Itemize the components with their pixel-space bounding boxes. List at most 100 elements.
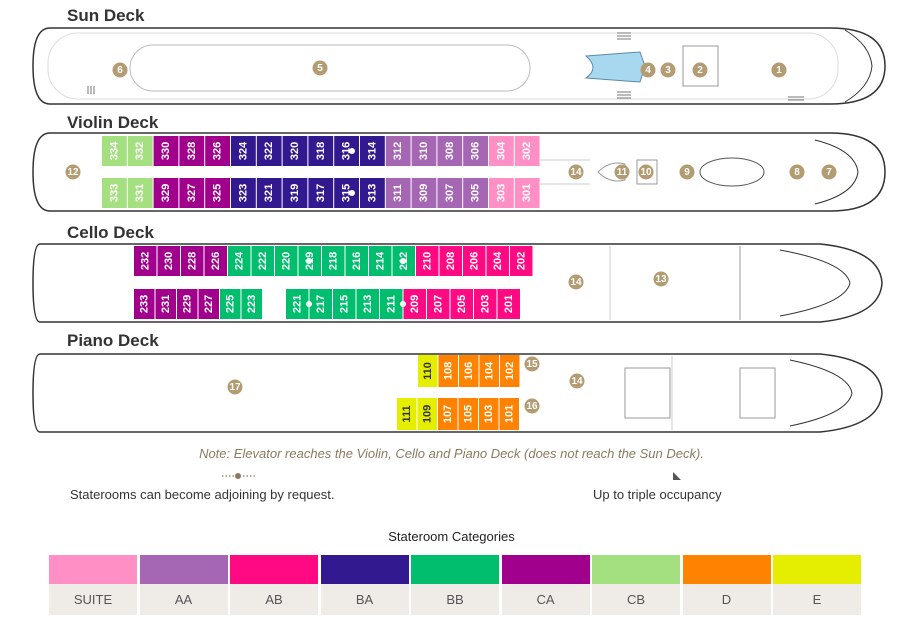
poi-label: 16 xyxy=(526,401,538,412)
cabin-number-108: 108 xyxy=(442,362,454,380)
cabin-number-309: 309 xyxy=(418,184,430,202)
poi-label: 14 xyxy=(571,376,583,387)
cabin-number-213: 213 xyxy=(362,295,374,313)
cabin-number-227: 227 xyxy=(203,295,215,313)
cabin-number-233: 233 xyxy=(138,295,150,313)
cabin-number-231: 231 xyxy=(160,295,172,313)
poi-label: 4 xyxy=(645,65,651,76)
category-label: BB xyxy=(411,584,499,615)
poi-label: 13 xyxy=(655,274,667,285)
category-swatch xyxy=(139,555,228,584)
cabin-number-321: 321 xyxy=(263,184,275,202)
cabin-number-216: 216 xyxy=(351,252,363,270)
poi-label: 14 xyxy=(570,277,582,288)
cabin-number-303: 303 xyxy=(495,184,507,202)
sun-deck-hull xyxy=(32,27,886,105)
cabin-number-229: 229 xyxy=(181,295,193,313)
cabin-number-228: 228 xyxy=(186,252,198,270)
cabin-number-327: 327 xyxy=(186,184,198,202)
category-ab: AB xyxy=(230,555,318,615)
cabin-number-330: 330 xyxy=(160,142,172,160)
categories-title: Stateroom Categories xyxy=(388,529,515,544)
category-label: CA xyxy=(501,584,590,615)
cabin-number-220: 220 xyxy=(280,252,292,270)
cabin-number-203: 203 xyxy=(479,295,491,313)
cabin-number-230: 230 xyxy=(163,252,175,270)
category-bb: BB xyxy=(411,555,499,615)
cabins-layer: 334 332 330 328 326 324 322 320 318 316 314 312 310 3… xyxy=(102,136,540,430)
category-suite: SUITE xyxy=(49,555,137,615)
cabin-number-210: 210 xyxy=(421,252,433,270)
category-d: D xyxy=(682,555,771,615)
cabin-number-106: 106 xyxy=(463,362,475,380)
cabin-number-218: 218 xyxy=(327,252,339,270)
cabin-number-320: 320 xyxy=(289,142,301,160)
cabin-number-102: 102 xyxy=(504,362,516,380)
cabin-number-110: 110 xyxy=(422,362,434,380)
cabin-number-314: 314 xyxy=(366,141,378,160)
cabin-number-202: 202 xyxy=(515,252,527,270)
adjoining-legend: Staterooms can become adjoining by reque… xyxy=(70,487,335,502)
cabin-number-306: 306 xyxy=(470,142,482,160)
deck-plan: 334 332 330 328 326 324 322 320 318 316 314 312 310 3… xyxy=(32,27,886,433)
poi-label: 6 xyxy=(117,65,123,76)
cabin-number-305: 305 xyxy=(470,184,482,202)
cabin-number-223: 223 xyxy=(246,295,258,313)
cabin-number-304: 304 xyxy=(495,141,507,160)
cabin-number-209: 209 xyxy=(409,295,421,313)
cabin-number-109: 109 xyxy=(421,405,433,423)
poi-label: 14 xyxy=(570,167,582,178)
poi-label: 17 xyxy=(229,382,241,393)
poi-label: 1 xyxy=(776,65,782,76)
cabin-number-201: 201 xyxy=(503,295,515,313)
cabin-number-322: 322 xyxy=(263,142,275,160)
elevator-note: Note: Elevator reaches the Violin, Cello… xyxy=(199,446,704,461)
cabin-number-226: 226 xyxy=(210,252,222,270)
category-e: E xyxy=(773,555,861,615)
cabin-number-221: 221 xyxy=(291,295,303,313)
cabin-number-328: 328 xyxy=(186,142,198,160)
cabin-number-205: 205 xyxy=(456,295,468,313)
cabin-number-301: 301 xyxy=(521,184,533,202)
cabin-number-206: 206 xyxy=(468,252,480,270)
category-swatch xyxy=(592,555,680,584)
cabin-number-232: 232 xyxy=(139,252,151,270)
cabin-number-308: 308 xyxy=(444,142,456,160)
category-swatch xyxy=(49,555,137,584)
cabin-number-225: 225 xyxy=(224,295,236,313)
cabin-number-105: 105 xyxy=(462,405,474,423)
category-ba: BA xyxy=(320,555,409,615)
cabin-number-107: 107 xyxy=(442,405,454,423)
poi-label: 3 xyxy=(665,65,671,76)
category-label: SUITE xyxy=(49,584,137,615)
cabin-number-111: 111 xyxy=(401,405,413,422)
cabin-number-103: 103 xyxy=(483,405,495,423)
adjoining-marker xyxy=(400,258,406,264)
cabin-number-104: 104 xyxy=(483,361,495,380)
category-aa: AA xyxy=(139,555,228,615)
cabin-number-211: 211 xyxy=(385,295,397,313)
adjoining-marker xyxy=(400,301,406,307)
cabin-number-215: 215 xyxy=(338,295,350,313)
category-label: AB xyxy=(230,584,318,615)
cabin-number-217: 217 xyxy=(315,295,327,313)
category-label: CB xyxy=(592,584,680,615)
category-swatch xyxy=(773,555,861,584)
poi-label: 9 xyxy=(684,167,690,178)
cabin-number-317: 317 xyxy=(315,184,327,202)
adjoining-marker xyxy=(349,190,355,196)
poi-label: 12 xyxy=(67,167,79,178)
category-swatch xyxy=(501,555,590,584)
cabin-number-214: 214 xyxy=(374,251,386,270)
poi-label: 7 xyxy=(826,167,832,178)
category-swatch xyxy=(230,555,318,584)
category-cb: CB xyxy=(592,555,680,615)
cabin-number-329: 329 xyxy=(160,184,172,202)
cabin-number-319: 319 xyxy=(289,184,301,202)
category-label: AA xyxy=(139,584,228,615)
cabin-number-310: 310 xyxy=(418,142,430,160)
cabin-number-207: 207 xyxy=(432,295,444,313)
cabin-number-224: 224 xyxy=(233,251,245,270)
category-ca: CA xyxy=(501,555,590,615)
cabin-number-318: 318 xyxy=(315,142,327,160)
